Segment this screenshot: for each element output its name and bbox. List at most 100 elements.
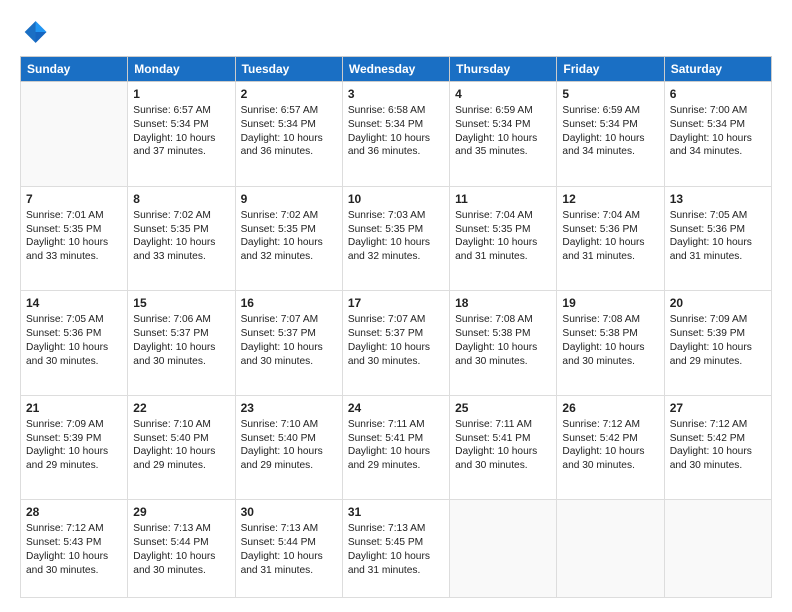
calendar-row-2: 14Sunrise: 7:05 AMSunset: 5:36 PMDayligh… xyxy=(21,291,772,396)
day-number: 20 xyxy=(670,295,766,311)
weekday-header-monday: Monday xyxy=(128,57,235,82)
day-number: 26 xyxy=(562,400,658,416)
calendar-cell: 4Sunrise: 6:59 AMSunset: 5:34 PMDaylight… xyxy=(450,82,557,187)
day-number: 30 xyxy=(241,504,337,520)
sunset-text: Sunset: 5:36 PM xyxy=(26,327,122,341)
sunrise-text: Sunrise: 7:00 AM xyxy=(670,104,766,118)
day-number: 2 xyxy=(241,86,337,102)
sunrise-text: Sunrise: 6:57 AM xyxy=(241,104,337,118)
sunrise-text: Sunrise: 7:09 AM xyxy=(670,313,766,327)
sunset-text: Sunset: 5:35 PM xyxy=(455,223,551,237)
day-number: 1 xyxy=(133,86,229,102)
sunset-text: Sunset: 5:40 PM xyxy=(241,432,337,446)
sunset-text: Sunset: 5:35 PM xyxy=(26,223,122,237)
calendar-cell: 1Sunrise: 6:57 AMSunset: 5:34 PMDaylight… xyxy=(128,82,235,187)
sunrise-text: Sunrise: 7:11 AM xyxy=(455,418,551,432)
calendar-cell: 30Sunrise: 7:13 AMSunset: 5:44 PMDayligh… xyxy=(235,500,342,598)
sunset-text: Sunset: 5:34 PM xyxy=(562,118,658,132)
day-number: 25 xyxy=(455,400,551,416)
sunset-text: Sunset: 5:36 PM xyxy=(562,223,658,237)
calendar-cell: 31Sunrise: 7:13 AMSunset: 5:45 PMDayligh… xyxy=(342,500,449,598)
calendar-cell: 5Sunrise: 6:59 AMSunset: 5:34 PMDaylight… xyxy=(557,82,664,187)
daylight-text: Daylight: 10 hours and 30 minutes. xyxy=(26,341,122,369)
sunset-text: Sunset: 5:38 PM xyxy=(562,327,658,341)
sunset-text: Sunset: 5:37 PM xyxy=(133,327,229,341)
sunrise-text: Sunrise: 7:08 AM xyxy=(562,313,658,327)
daylight-text: Daylight: 10 hours and 29 minutes. xyxy=(241,445,337,473)
sunset-text: Sunset: 5:39 PM xyxy=(26,432,122,446)
weekday-header-sunday: Sunday xyxy=(21,57,128,82)
calendar-cell: 25Sunrise: 7:11 AMSunset: 5:41 PMDayligh… xyxy=(450,395,557,500)
daylight-text: Daylight: 10 hours and 31 minutes. xyxy=(348,550,444,578)
daylight-text: Daylight: 10 hours and 36 minutes. xyxy=(241,132,337,160)
sunrise-text: Sunrise: 7:12 AM xyxy=(562,418,658,432)
header xyxy=(20,18,772,46)
calendar-cell: 23Sunrise: 7:10 AMSunset: 5:40 PMDayligh… xyxy=(235,395,342,500)
calendar-cell: 22Sunrise: 7:10 AMSunset: 5:40 PMDayligh… xyxy=(128,395,235,500)
calendar-cell: 19Sunrise: 7:08 AMSunset: 5:38 PMDayligh… xyxy=(557,291,664,396)
sunset-text: Sunset: 5:39 PM xyxy=(670,327,766,341)
sunset-text: Sunset: 5:43 PM xyxy=(26,536,122,550)
day-number: 15 xyxy=(133,295,229,311)
sunset-text: Sunset: 5:44 PM xyxy=(133,536,229,550)
daylight-text: Daylight: 10 hours and 30 minutes. xyxy=(455,341,551,369)
day-number: 23 xyxy=(241,400,337,416)
calendar-cell: 6Sunrise: 7:00 AMSunset: 5:34 PMDaylight… xyxy=(664,82,771,187)
sunrise-text: Sunrise: 7:04 AM xyxy=(455,209,551,223)
daylight-text: Daylight: 10 hours and 32 minutes. xyxy=(241,236,337,264)
daylight-text: Daylight: 10 hours and 29 minutes. xyxy=(26,445,122,473)
sunrise-text: Sunrise: 7:02 AM xyxy=(241,209,337,223)
daylight-text: Daylight: 10 hours and 30 minutes. xyxy=(133,341,229,369)
day-number: 4 xyxy=(455,86,551,102)
sunset-text: Sunset: 5:35 PM xyxy=(348,223,444,237)
sunrise-text: Sunrise: 7:11 AM xyxy=(348,418,444,432)
daylight-text: Daylight: 10 hours and 31 minutes. xyxy=(455,236,551,264)
sunrise-text: Sunrise: 7:08 AM xyxy=(455,313,551,327)
calendar-cell: 13Sunrise: 7:05 AMSunset: 5:36 PMDayligh… xyxy=(664,186,771,291)
calendar-row-1: 7Sunrise: 7:01 AMSunset: 5:35 PMDaylight… xyxy=(21,186,772,291)
daylight-text: Daylight: 10 hours and 30 minutes. xyxy=(562,445,658,473)
sunrise-text: Sunrise: 7:07 AM xyxy=(241,313,337,327)
calendar-cell: 29Sunrise: 7:13 AMSunset: 5:44 PMDayligh… xyxy=(128,500,235,598)
daylight-text: Daylight: 10 hours and 34 minutes. xyxy=(562,132,658,160)
daylight-text: Daylight: 10 hours and 31 minutes. xyxy=(241,550,337,578)
sunrise-text: Sunrise: 6:58 AM xyxy=(348,104,444,118)
daylight-text: Daylight: 10 hours and 30 minutes. xyxy=(26,550,122,578)
day-number: 3 xyxy=(348,86,444,102)
weekday-header-row: SundayMondayTuesdayWednesdayThursdayFrid… xyxy=(21,57,772,82)
day-number: 18 xyxy=(455,295,551,311)
day-number: 27 xyxy=(670,400,766,416)
sunrise-text: Sunrise: 6:57 AM xyxy=(133,104,229,118)
day-number: 16 xyxy=(241,295,337,311)
sunset-text: Sunset: 5:45 PM xyxy=(348,536,444,550)
sunset-text: Sunset: 5:35 PM xyxy=(133,223,229,237)
calendar-cell: 18Sunrise: 7:08 AMSunset: 5:38 PMDayligh… xyxy=(450,291,557,396)
daylight-text: Daylight: 10 hours and 30 minutes. xyxy=(348,341,444,369)
day-number: 10 xyxy=(348,191,444,207)
sunrise-text: Sunrise: 7:01 AM xyxy=(26,209,122,223)
daylight-text: Daylight: 10 hours and 34 minutes. xyxy=(670,132,766,160)
day-number: 19 xyxy=(562,295,658,311)
calendar-cell: 27Sunrise: 7:12 AMSunset: 5:42 PMDayligh… xyxy=(664,395,771,500)
calendar-cell: 8Sunrise: 7:02 AMSunset: 5:35 PMDaylight… xyxy=(128,186,235,291)
logo xyxy=(20,18,52,46)
calendar-cell: 11Sunrise: 7:04 AMSunset: 5:35 PMDayligh… xyxy=(450,186,557,291)
sunrise-text: Sunrise: 7:06 AM xyxy=(133,313,229,327)
sunrise-text: Sunrise: 7:12 AM xyxy=(26,522,122,536)
page: SundayMondayTuesdayWednesdayThursdayFrid… xyxy=(0,0,792,612)
calendar-cell xyxy=(21,82,128,187)
sunrise-text: Sunrise: 6:59 AM xyxy=(455,104,551,118)
sunset-text: Sunset: 5:36 PM xyxy=(670,223,766,237)
sunset-text: Sunset: 5:37 PM xyxy=(348,327,444,341)
daylight-text: Daylight: 10 hours and 29 minutes. xyxy=(133,445,229,473)
sunset-text: Sunset: 5:41 PM xyxy=(455,432,551,446)
sunset-text: Sunset: 5:41 PM xyxy=(348,432,444,446)
calendar-cell: 14Sunrise: 7:05 AMSunset: 5:36 PMDayligh… xyxy=(21,291,128,396)
sunrise-text: Sunrise: 7:13 AM xyxy=(133,522,229,536)
sunrise-text: Sunrise: 7:05 AM xyxy=(670,209,766,223)
calendar-cell: 16Sunrise: 7:07 AMSunset: 5:37 PMDayligh… xyxy=(235,291,342,396)
daylight-text: Daylight: 10 hours and 29 minutes. xyxy=(348,445,444,473)
calendar-cell: 26Sunrise: 7:12 AMSunset: 5:42 PMDayligh… xyxy=(557,395,664,500)
calendar-cell xyxy=(557,500,664,598)
calendar-row-0: 1Sunrise: 6:57 AMSunset: 5:34 PMDaylight… xyxy=(21,82,772,187)
